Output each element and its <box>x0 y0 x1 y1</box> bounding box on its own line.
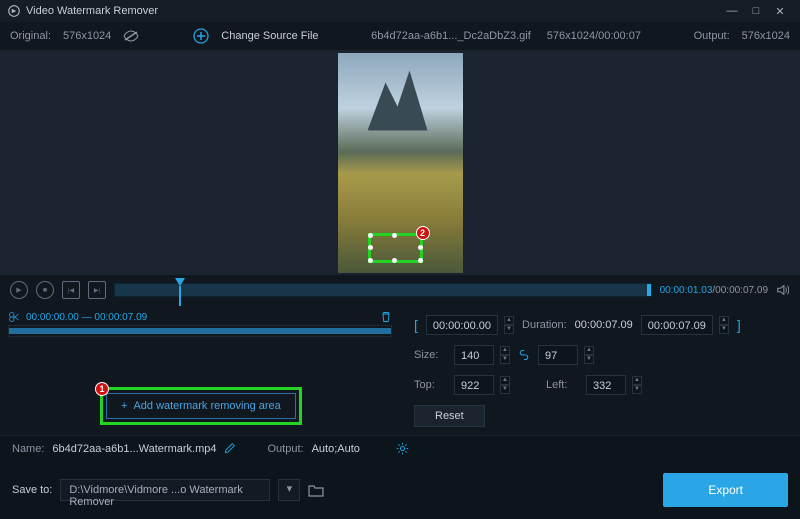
name-label: Name: <box>12 443 44 455</box>
resize-handle[interactable] <box>368 245 373 250</box>
playhead[interactable] <box>175 278 185 286</box>
step-forward-button[interactable]: ▶| <box>88 281 106 299</box>
bracket-end-icon[interactable]: ] <box>737 317 741 333</box>
transport-bar: ▶ ■ |◀ ▶| 00:00:01.03/00:00:07.09 <box>0 275 800 305</box>
left-stepper[interactable]: ▲▼ <box>632 376 642 394</box>
annotation-badge-1: 1 <box>95 382 109 396</box>
top-label: Top: <box>414 379 446 391</box>
original-label: Original: <box>10 30 51 42</box>
left-label: Left: <box>546 379 578 391</box>
height-stepper[interactable]: ▲▼ <box>584 346 594 364</box>
resize-handle[interactable] <box>368 258 373 263</box>
top-input[interactable]: 922 <box>454 375 494 395</box>
annotation-badge-2: 2 <box>416 226 430 240</box>
close-button[interactable]: ✕ <box>768 5 792 18</box>
add-watermark-area-label: Add watermark removing area <box>133 400 280 412</box>
lower-panels: 00:00:00.00 — 00:00:07.09 1 + Add waterm… <box>0 305 800 435</box>
name-value: 6b4d72aa-a6b1...Watermark.mp4 <box>52 443 216 455</box>
open-folder-icon[interactable] <box>308 483 324 497</box>
output-format-value: Auto;Auto <box>312 443 360 455</box>
size-label: Size: <box>414 349 446 361</box>
timeline-track[interactable] <box>114 283 652 297</box>
bracket-start-icon[interactable]: [ <box>414 317 418 333</box>
height-input[interactable]: 97 <box>538 345 578 365</box>
duration-value: 00:00:07.09 <box>575 319 633 331</box>
plus-icon: + <box>121 400 127 412</box>
save-path-input[interactable]: D:\Vidmore\Vidmore ...o Watermark Remove… <box>60 479 270 501</box>
output-settings-icon[interactable] <box>396 442 409 455</box>
start-time-input[interactable]: 00:00:00.00 <box>426 315 498 335</box>
resize-handle[interactable] <box>392 233 397 238</box>
footer-info-bar: Name: 6b4d72aa-a6b1...Watermark.mp4 Outp… <box>0 435 800 461</box>
parameters-panel: [ 00:00:00.00 ▲▼ Duration: 00:00:07.09 00… <box>400 305 800 435</box>
end-time-stepper[interactable]: ▲▼ <box>719 316 729 334</box>
preview-area: 2 <box>0 50 800 275</box>
segments-panel: 00:00:00.00 — 00:00:07.09 1 + Add waterm… <box>0 305 400 435</box>
output-dimensions: 576x1024 <box>742 30 790 42</box>
resize-handle[interactable] <box>418 245 423 250</box>
current-time: 00:00:01.03 <box>660 285 713 296</box>
source-bar: Original: 576x1024 Change Source File 6b… <box>0 22 800 50</box>
original-dimensions: 576x1024 <box>63 30 111 42</box>
duration-label: Duration: <box>522 319 567 331</box>
segment-range: 00:00:00.00 — 00:00:07.09 <box>26 312 147 323</box>
titlebar: Video Watermark Remover — □ ✕ <box>0 0 800 22</box>
step-back-button[interactable]: |◀ <box>62 281 80 299</box>
resize-handle[interactable] <box>368 233 373 238</box>
volume-icon[interactable] <box>776 283 790 297</box>
change-source-button[interactable]: Change Source File <box>221 30 318 42</box>
save-to-label: Save to: <box>12 484 52 496</box>
left-input[interactable]: 332 <box>586 375 626 395</box>
change-source-icon[interactable] <box>193 28 209 44</box>
reset-button[interactable]: Reset <box>414 405 485 427</box>
total-time: 00:00:07.09 <box>715 285 768 296</box>
width-input[interactable]: 140 <box>454 345 494 365</box>
save-path-dropdown[interactable]: ▾ <box>278 479 300 501</box>
source-meta: 576x1024/00:00:07 <box>547 30 641 42</box>
output-label: Output: <box>694 30 730 42</box>
timeline-end-marker[interactable] <box>647 284 651 296</box>
video-frame[interactable]: 2 <box>338 53 463 273</box>
edit-name-icon[interactable] <box>224 443 235 454</box>
add-watermark-area-button[interactable]: 1 + Add watermark removing area <box>100 387 302 425</box>
stop-button[interactable]: ■ <box>36 281 54 299</box>
app-title: Video Watermark Remover <box>26 5 158 17</box>
start-time-stepper[interactable]: ▲▼ <box>504 316 514 334</box>
segment-track[interactable] <box>8 325 392 337</box>
maximize-button[interactable]: □ <box>744 5 768 17</box>
footer-action-bar: Save to: D:\Vidmore\Vidmore ...o Waterma… <box>0 461 800 519</box>
minimize-button[interactable]: — <box>720 5 744 17</box>
link-dimensions-icon[interactable] <box>518 349 530 361</box>
output-format-label: Output: <box>267 443 303 455</box>
top-stepper[interactable]: ▲▼ <box>500 376 510 394</box>
resize-handle[interactable] <box>418 258 423 263</box>
preview-toggle-icon[interactable] <box>123 30 139 42</box>
source-filename: 6b4d72aa-a6b1..._Dc2aDbZ3.gif <box>371 30 531 42</box>
app-logo-icon <box>8 5 20 17</box>
resize-handle[interactable] <box>392 258 397 263</box>
play-button[interactable]: ▶ <box>10 281 28 299</box>
delete-segment-icon[interactable] <box>380 311 392 323</box>
end-time-input[interactable]: 00:00:07.09 <box>641 315 713 335</box>
watermark-selection-box[interactable]: 2 <box>368 233 423 263</box>
timecode: 00:00:01.03/00:00:07.09 <box>660 285 768 296</box>
width-stepper[interactable]: ▲▼ <box>500 346 510 364</box>
segment-icon <box>8 311 20 323</box>
export-button[interactable]: Export <box>663 473 788 507</box>
